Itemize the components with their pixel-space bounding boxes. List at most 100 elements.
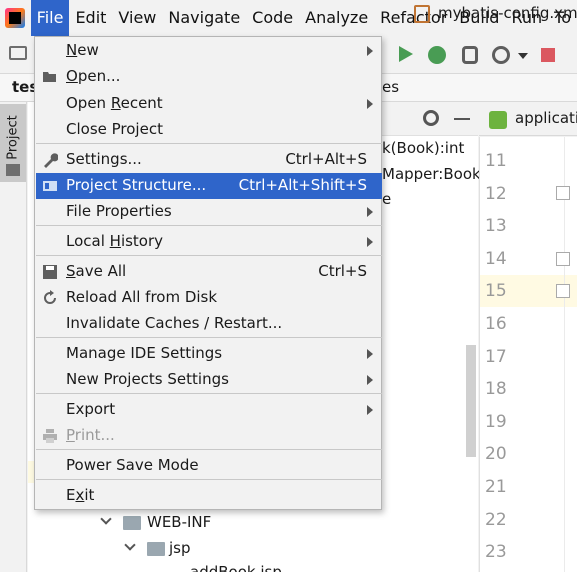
breadcrumb-segment[interactable]: es — [382, 78, 399, 96]
menu-analyze[interactable]: Analyze — [299, 0, 374, 36]
menu-file[interactable]: File — [30, 0, 70, 36]
folder-icon — [6, 164, 20, 176]
debug-icon[interactable] — [428, 46, 446, 64]
file-menu-dropdown: New Open... Open Recent Close Project Se… — [34, 36, 382, 510]
folder-open-icon — [42, 69, 58, 85]
menu-item-shortcut: Ctrl+Alt+S — [285, 150, 367, 168]
fold-marker-icon[interactable] — [556, 186, 570, 200]
tree-item-fragment[interactable]: e — [382, 190, 391, 208]
project-structure-icon — [42, 178, 58, 194]
menu-item-exit[interactable]: Exit — [36, 483, 382, 509]
menu-item-label: New Projects Settings — [66, 370, 229, 388]
menu-item-local-history[interactable]: Local History — [36, 229, 382, 255]
menu-item-label: Power Save Mode — [66, 456, 199, 474]
tree-item-jsp[interactable]: jsp — [169, 539, 191, 557]
submenu-arrow-icon — [367, 46, 373, 56]
fold-marker-icon[interactable] — [556, 284, 570, 298]
tree-item-addbook[interactable]: addBook.jsp — [190, 563, 282, 572]
chevron-down-icon[interactable] — [518, 53, 528, 59]
submenu-arrow-icon — [367, 99, 373, 109]
line-number: 20 — [485, 444, 507, 465]
tree-item-method[interactable]: k(Book):int — [382, 139, 464, 157]
menu-item-label: Reload All from Disk — [66, 288, 218, 306]
menu-item-label: Settings... — [66, 150, 142, 168]
menu-separator — [36, 449, 382, 450]
line-number: 17 — [485, 346, 507, 367]
menu-code[interactable]: Code — [246, 0, 299, 36]
menu-item-label: Manage IDE Settings — [66, 344, 223, 362]
submenu-arrow-icon — [367, 405, 373, 415]
menu-separator — [36, 225, 382, 226]
menu-item-shortcut: Ctrl+Alt+Shift+S — [238, 176, 367, 194]
tree-item-mapper[interactable]: Mapper:Book — [382, 165, 481, 183]
menu-item-label: Open Recent — [66, 94, 163, 112]
line-number: 23 — [485, 542, 507, 563]
menu-item-open-recent[interactable]: Open Recent — [36, 91, 382, 117]
menu-item-label: Invalidate Caches / Restart... — [66, 314, 283, 332]
coverage-icon[interactable] — [462, 46, 478, 64]
submenu-arrow-icon — [367, 207, 373, 217]
line-number: 19 — [485, 411, 507, 432]
menu-item-label: File Properties — [66, 202, 172, 220]
left-tool-strip: Project — [0, 102, 27, 572]
tree-item-web-inf[interactable]: WEB-INF — [147, 513, 211, 531]
menu-item-label: Close Project — [66, 120, 163, 138]
menu-item-label: Project Structure... — [66, 176, 207, 194]
menu-item-print: Print... — [36, 423, 382, 449]
menu-item-close-project[interactable]: Close Project — [36, 117, 382, 143]
line-number: 12 — [485, 183, 507, 204]
save-icon — [42, 264, 58, 280]
menu-item-open[interactable]: Open... — [36, 64, 382, 90]
menu-separator — [36, 143, 382, 144]
menu-item-label: New — [66, 41, 99, 59]
menu-separator — [36, 393, 382, 394]
menu-separator — [36, 479, 382, 480]
menu-item-power-save-mode[interactable]: Power Save Mode — [36, 453, 382, 479]
open-folder-icon[interactable] — [9, 46, 27, 60]
line-number: 14 — [485, 248, 507, 269]
project-tool-label: Project — [5, 115, 21, 160]
menu-item-reload-all[interactable]: Reload All from Disk — [36, 285, 382, 311]
menu-item-invalidate-caches[interactable]: Invalidate Caches / Restart... — [36, 311, 382, 337]
wrench-icon — [42, 152, 59, 168]
menu-item-new-projects-settings[interactable]: New Projects Settings — [36, 367, 382, 393]
menu-item-settings[interactable]: Settings... Ctrl+Alt+S — [36, 147, 382, 173]
menu-view[interactable]: View — [112, 0, 162, 36]
scrollbar-thumb[interactable] — [466, 345, 476, 457]
minimize-icon[interactable] — [454, 118, 470, 120]
menu-item-label: Exit — [66, 486, 95, 504]
line-number: 21 — [485, 477, 507, 497]
line-number: 22 — [485, 509, 507, 530]
breadcrumb-file[interactable]: mybatis-config.xml — [438, 4, 577, 22]
editor-tab-application[interactable]: applicatio — [515, 109, 577, 127]
menu-edit[interactable]: Edit — [69, 0, 112, 36]
fold-marker-icon[interactable] — [556, 252, 570, 266]
gutter-divider — [564, 137, 565, 572]
submenu-arrow-icon — [367, 375, 373, 385]
folder-icon — [123, 516, 141, 530]
run-icon[interactable] — [399, 46, 413, 62]
menu-item-project-structure[interactable]: Project Structure... Ctrl+Alt+Shift+S — [36, 173, 382, 199]
menu-item-save-all[interactable]: Save All Ctrl+S — [36, 259, 382, 285]
menu-item-file-properties[interactable]: File Properties — [36, 199, 382, 225]
print-icon — [42, 428, 58, 444]
line-number: 11 — [485, 151, 507, 171]
line-number: 16 — [485, 314, 507, 334]
menu-separator — [36, 255, 382, 256]
line-number: 18 — [485, 379, 507, 400]
gear-icon[interactable] — [423, 110, 439, 126]
menu-item-manage-ide-settings[interactable]: Manage IDE Settings — [36, 341, 382, 367]
submenu-arrow-icon — [367, 237, 373, 247]
profile-icon[interactable] — [492, 46, 510, 64]
menu-item-export[interactable]: Export — [36, 397, 382, 423]
line-number: 13 — [485, 216, 507, 237]
menu-item-shortcut: Ctrl+S — [318, 262, 367, 280]
project-tool-tab[interactable]: Project — [0, 104, 26, 182]
intellij-logo-icon — [0, 0, 31, 36]
menu-item-new[interactable]: New — [36, 38, 382, 64]
menu-item-label: Open... — [66, 67, 121, 85]
spring-file-icon — [489, 111, 507, 129]
menu-navigate[interactable]: Navigate — [162, 0, 246, 36]
stop-icon[interactable] — [541, 48, 555, 62]
menu-item-label: Save All — [66, 262, 127, 280]
